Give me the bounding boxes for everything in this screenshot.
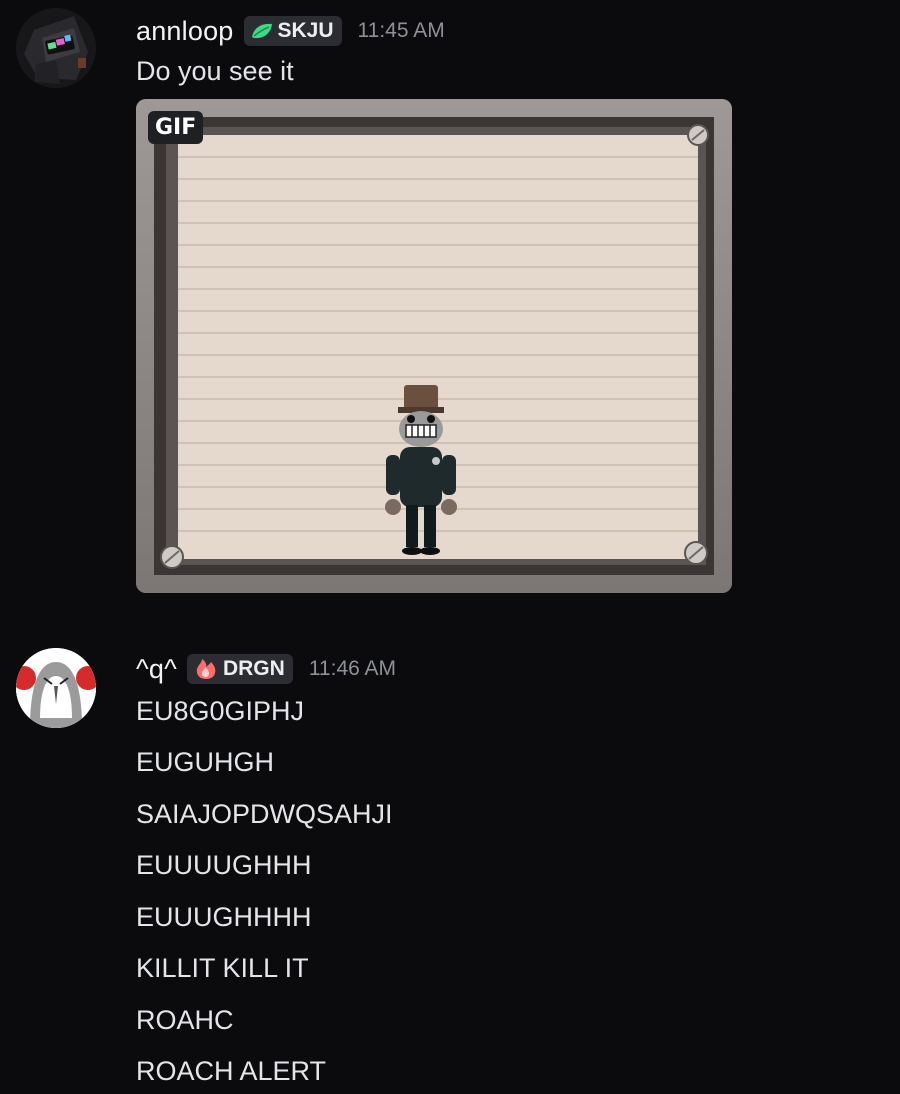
gif-badge: GIF bbox=[148, 111, 204, 144]
message-line: KILLIT KILL IT bbox=[136, 953, 309, 983]
leaf-icon bbox=[251, 23, 272, 39]
avatar-annloop[interactable] bbox=[16, 8, 96, 88]
server-tag-label: DRGN bbox=[222, 657, 285, 680]
message-line: EU8G0GIPHJ bbox=[136, 696, 305, 726]
robot-avatar-icon bbox=[16, 8, 96, 88]
timestamp: 11:46 AM bbox=[308, 657, 396, 680]
message-text: Do you see it bbox=[136, 56, 294, 86]
username[interactable]: ^q^ bbox=[136, 654, 177, 685]
avatar-q[interactable] bbox=[16, 648, 96, 728]
bird-avatar-icon bbox=[16, 648, 96, 728]
message-line: SAIAJOPDWQSAHJI bbox=[136, 799, 393, 829]
gif-attachment[interactable]: GIF bbox=[136, 99, 732, 593]
message-line: ROACH ALERT bbox=[136, 1056, 327, 1086]
server-tag[interactable]: DRGN bbox=[186, 654, 293, 684]
timestamp: 11:45 AM bbox=[357, 19, 445, 42]
message-line: EUUUGHHHH bbox=[136, 902, 312, 932]
username[interactable]: annloop bbox=[136, 16, 234, 47]
server-tag[interactable]: SKJU bbox=[243, 16, 342, 46]
flame-icon bbox=[196, 659, 216, 679]
message-line: EUUUUGHHH bbox=[136, 850, 312, 880]
gif-image bbox=[136, 99, 732, 593]
message-line: EUGUHGH bbox=[136, 747, 275, 777]
message-line: ROAHC bbox=[136, 1005, 234, 1035]
server-tag-label: SKJU bbox=[277, 19, 334, 42]
